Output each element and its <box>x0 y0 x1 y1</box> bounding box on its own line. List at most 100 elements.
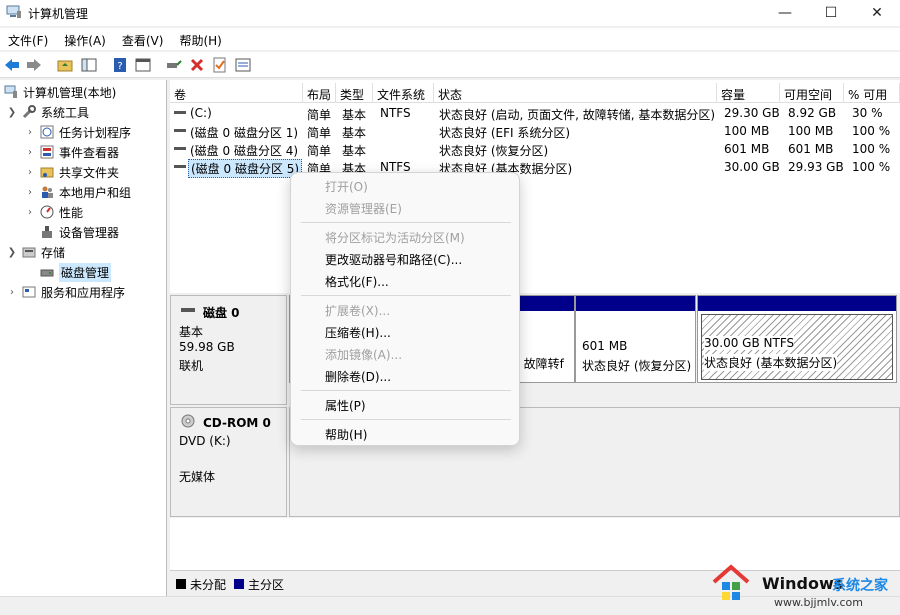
tree-node-task-scheduler[interactable]: › 任务计划程序 <box>24 122 131 142</box>
menu-item-properties[interactable]: 属性(P) <box>291 394 521 416</box>
partition-4-status: 状态良好 (恢复分区) <box>582 359 692 373</box>
tree-node-shared-folders[interactable]: › 共享文件夹 <box>24 162 119 182</box>
menu-action[interactable]: 操作(A) <box>56 28 114 50</box>
volume-icon <box>174 129 186 132</box>
volume-capacity: 100 MB <box>724 124 770 138</box>
column-header-type[interactable]: 类型 <box>336 83 373 103</box>
disk-management-icon <box>40 269 54 277</box>
forward-arrow-icon[interactable] <box>26 57 42 73</box>
menu-file[interactable]: 文件(F) <box>0 28 56 50</box>
volume-free-space: 100 MB <box>788 124 834 138</box>
tree-label-device-manager: 设备管理器 <box>59 225 120 240</box>
menu-item-format[interactable]: 格式化(F)... <box>291 270 521 292</box>
volume-free-space: 8.92 GB <box>788 106 837 120</box>
shared-folder-icon <box>40 167 54 178</box>
disk-0-name: 磁盘 0 <box>203 306 240 320</box>
tree-node-local-users[interactable]: › 本地用户和组 <box>24 182 131 202</box>
connect-drive-icon[interactable] <box>166 57 182 73</box>
cdrom-0-name: CD-ROM 0 <box>203 416 271 430</box>
volume-capacity: 29.30 GB <box>724 106 780 120</box>
primary-partition-bar <box>576 296 695 311</box>
tree-node-device-manager[interactable]: 设备管理器 <box>40 222 119 242</box>
tree-node-storage[interactable]: ❯ 存储 <box>6 242 65 262</box>
volume-layout: 简单 <box>307 108 332 122</box>
partition-5-selected[interactable]: 30.00 GB NTFS 状态良好 (基本数据分区) <box>697 295 897 383</box>
menu-item-add-mirror[interactable]: 添加镜像(A)... <box>291 343 521 365</box>
volume-row[interactable]: (C:) 简单 基本 NTFS 状态良好 (启动, 页面文件, 故障转储, 基本… <box>170 104 900 122</box>
show-hide-console-tree-icon[interactable] <box>81 57 97 73</box>
menu-item-change-drive-letter[interactable]: 更改驱动器号和路径(C)... <box>291 248 521 270</box>
watermark-url: www.bjjmlv.com <box>774 596 863 609</box>
tree-label-storage: 存储 <box>41 245 66 260</box>
delete-x-icon[interactable] <box>189 57 205 73</box>
back-arrow-icon[interactable] <box>4 57 20 73</box>
volume-free-space: 601 MB <box>788 142 834 156</box>
properties-window-icon[interactable] <box>135 57 151 73</box>
expand-chevron-icon[interactable]: › <box>24 187 36 198</box>
collapse-chevron-icon[interactable]: ❯ <box>6 107 18 118</box>
volume-row-selected[interactable]: (磁盘 0 磁盘分区 5) 简单 基本 NTFS 状态良好 (基本数据分区) 3… <box>170 158 900 178</box>
menu-item-mark-active[interactable]: 将分区标记为活动分区(M) <box>291 226 521 248</box>
expand-chevron-icon[interactable]: › <box>24 147 36 158</box>
column-header-free-space[interactable]: 可用空间 <box>780 83 844 103</box>
volume-name: (磁盘 0 磁盘分区 4) <box>190 144 299 158</box>
column-header-capacity[interactable]: 容量 <box>717 83 780 103</box>
menu-item-open[interactable]: 打开(O) <box>291 175 521 197</box>
tree-node-root[interactable]: 计算机管理(本地) <box>4 82 116 102</box>
menu-item-delete-volume[interactable]: 删除卷(D)... <box>291 365 521 387</box>
menu-item-extend-volume[interactable]: 扩展卷(X)... <box>291 299 521 321</box>
volume-layout: 简单 <box>307 126 332 140</box>
storage-icon <box>22 247 36 258</box>
disk-icon <box>181 308 195 312</box>
tree-node-performance[interactable]: › 性能 <box>24 202 83 222</box>
column-header-percent-free[interactable]: % 可用 <box>844 83 900 103</box>
volume-list-header: 卷 布局 类型 文件系统 状态 容量 可用空间 % 可用 <box>170 83 900 103</box>
expand-chevron-icon[interactable]: › <box>24 167 36 178</box>
context-menu: 打开(O) 资源管理器(E) 将分区标记为活动分区(M) 更改驱动器号和路径(C… <box>290 172 520 446</box>
volume-row[interactable]: (磁盘 0 磁盘分区 1) 简单 基本 状态良好 (EFI 系统分区) 100 … <box>170 122 900 140</box>
menu-view[interactable]: 查看(V) <box>114 28 172 50</box>
checklist-icon[interactable] <box>212 57 228 73</box>
menu-bar: 文件(F) 操作(A) 查看(V) 帮助(H) <box>0 28 900 50</box>
expand-chevron-icon[interactable]: › <box>6 287 18 298</box>
volume-status: 状态良好 (恢复分区) <box>439 144 549 158</box>
list-view-icon[interactable] <box>235 57 251 73</box>
menu-item-explorer[interactable]: 资源管理器(E) <box>291 197 521 219</box>
column-header-filesystem[interactable]: 文件系统 <box>373 83 434 103</box>
cdrom-0-label[interactable]: CD-ROM 0 DVD (K:) 无媒体 <box>170 407 287 517</box>
house-logo-icon <box>712 564 750 600</box>
column-header-volume[interactable]: 卷 <box>170 83 303 103</box>
tree-label-local-users: 本地用户和组 <box>59 185 132 200</box>
column-header-status[interactable]: 状态 <box>434 83 717 103</box>
volume-row[interactable]: (磁盘 0 磁盘分区 4) 简单 基本 状态良好 (恢复分区) 601 MB 6… <box>170 140 900 158</box>
menu-help[interactable]: 帮助(H) <box>171 28 229 50</box>
volume-percent-free: 100 % <box>852 124 891 138</box>
partition-5-status: 状态良好 (基本数据分区) <box>704 354 838 371</box>
expand-chevron-icon[interactable]: › <box>24 207 36 218</box>
menu-item-help[interactable]: 帮助(H) <box>291 423 521 445</box>
tree-node-system-tools[interactable]: ❯ 系统工具 <box>6 102 89 122</box>
partition-4[interactable]: 601 MB 状态良好 (恢复分区) <box>575 295 696 383</box>
disk-0-label[interactable]: 磁盘 0 基本 59.98 GB 联机 <box>170 295 287 405</box>
tree-node-disk-management[interactable]: 磁盘管理 <box>40 262 112 282</box>
menu-separator <box>301 390 511 391</box>
tools-icon <box>22 105 36 119</box>
expand-chevron-icon[interactable]: › <box>24 127 36 138</box>
minimize-button[interactable]: — <box>762 0 808 26</box>
tree-node-services-apps[interactable]: › 服务和应用程序 <box>6 282 125 302</box>
window-title: 计算机管理 <box>28 7 89 21</box>
tree-label-shared-folders: 共享文件夹 <box>59 165 120 180</box>
volume-filesystem: NTFS <box>380 106 411 120</box>
column-header-layout[interactable]: 布局 <box>303 83 336 103</box>
disk-management-pane: 卷 布局 类型 文件系统 状态 容量 可用空间 % 可用 (C:) 简单 基本 … <box>170 80 900 596</box>
menu-item-shrink-volume[interactable]: 压缩卷(H)... <box>291 321 521 343</box>
title-bar: 计算机管理 — ☐ ✕ <box>0 0 900 26</box>
help-icon[interactable]: ? <box>112 57 128 73</box>
close-button[interactable]: ✕ <box>854 0 900 26</box>
computer-management-icon <box>4 85 17 98</box>
maximize-button[interactable]: ☐ <box>808 0 854 26</box>
tree-node-event-viewer[interactable]: › 事件查看器 <box>24 142 119 162</box>
collapse-chevron-icon[interactable]: ❯ <box>6 247 18 258</box>
up-folder-icon[interactable] <box>57 57 73 73</box>
partition-4-size: 601 MB <box>582 339 628 353</box>
